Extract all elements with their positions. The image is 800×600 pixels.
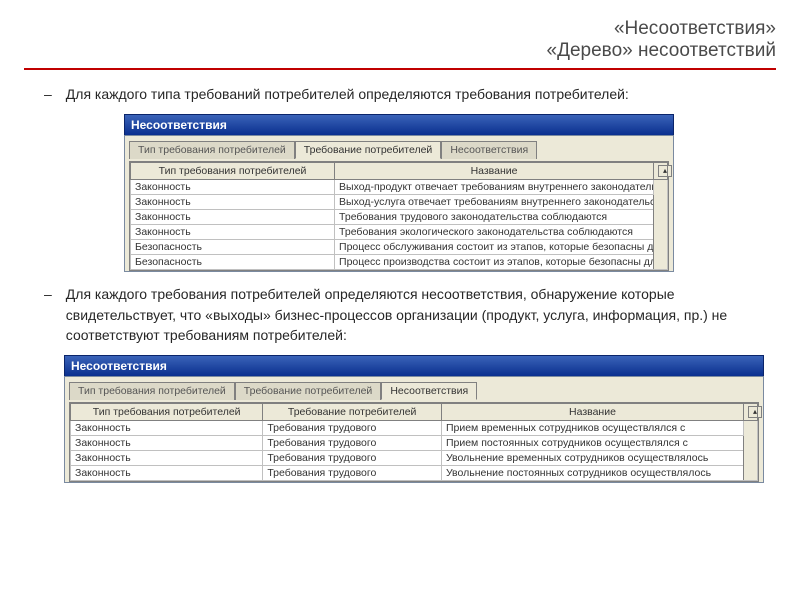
table-row[interactable]: ЗаконностьТребования экологического зако… [131, 225, 668, 240]
grid2-header-req[interactable]: Требование потребителей [263, 404, 442, 421]
tab-strip: Тип требования потребителей Требование п… [129, 140, 669, 158]
title-line-2: «Дерево» несоответствий [24, 40, 776, 62]
grid1-header-type[interactable]: Тип требования потребителей [131, 163, 335, 180]
scroll-up[interactable]: ▴ [654, 163, 668, 180]
grid-2: Тип требования потребителей Требование п… [70, 403, 758, 481]
scrollbar[interactable] [654, 180, 668, 270]
tab-nonconformity[interactable]: Несоответствия [441, 141, 537, 159]
table-row[interactable]: ЗаконностьТребования трудовогоУвольнение… [71, 466, 758, 481]
tab-strip: Тип требования потребителей Требование п… [69, 381, 759, 399]
bullet-dash: – [44, 284, 52, 345]
divider [24, 68, 776, 70]
table-row[interactable]: ЗаконностьТребования трудовогоПрием врем… [71, 421, 758, 436]
window-titlebar: Несоответствия [124, 114, 674, 135]
scrollbar[interactable] [744, 421, 758, 481]
tab-nonconformity[interactable]: Несоответствия [381, 382, 477, 400]
tab-type[interactable]: Тип требования потребителей [129, 141, 295, 159]
bullet-dash: – [44, 84, 52, 104]
grid2-header-type[interactable]: Тип требования потребителей [71, 404, 263, 421]
table-row[interactable]: ЗаконностьВыход-услуга отвечает требован… [131, 195, 668, 210]
tab-requirement[interactable]: Требование потребителей [235, 382, 382, 400]
table-row[interactable]: БезопасностьПроцесс обслуживания состоит… [131, 240, 668, 255]
table-row[interactable]: ЗаконностьТребования трудовогоУвольнение… [71, 451, 758, 466]
bullet-1-text: Для каждого типа требований потребителей… [66, 84, 629, 104]
screenshot-2: Несоответствия Тип требования потребител… [64, 355, 764, 483]
scroll-up[interactable]: ▴ [744, 404, 758, 421]
grid-1: Тип требования потребителей Название ▴ З… [130, 162, 668, 270]
window-titlebar: Несоответствия [64, 355, 764, 376]
title-line-1: «Несоответствия» [24, 18, 776, 40]
grid2-header-name[interactable]: Название [441, 404, 743, 421]
slide-title: «Несоответствия» «Дерево» несоответствий [24, 18, 776, 62]
bullet-2: – Для каждого требования потребителей оп… [44, 284, 776, 345]
table-row[interactable]: БезопасностьПроцесс производства состоит… [131, 255, 668, 270]
bullet-1: – Для каждого типа требований потребител… [44, 84, 776, 104]
table-row[interactable]: ЗаконностьТребования трудового законодат… [131, 210, 668, 225]
tab-requirement[interactable]: Требование потребителей [295, 141, 442, 159]
tab-type[interactable]: Тип требования потребителей [69, 382, 235, 400]
grid1-header-name[interactable]: Название [335, 163, 654, 180]
bullet-2-text: Для каждого требования потребителей опре… [66, 284, 776, 345]
screenshot-1: Несоответствия Тип требования потребител… [124, 114, 674, 272]
table-row[interactable]: ЗаконностьТребования трудовогоПрием пост… [71, 436, 758, 451]
table-row[interactable]: ЗаконностьВыход-продукт отвечает требова… [131, 180, 668, 195]
